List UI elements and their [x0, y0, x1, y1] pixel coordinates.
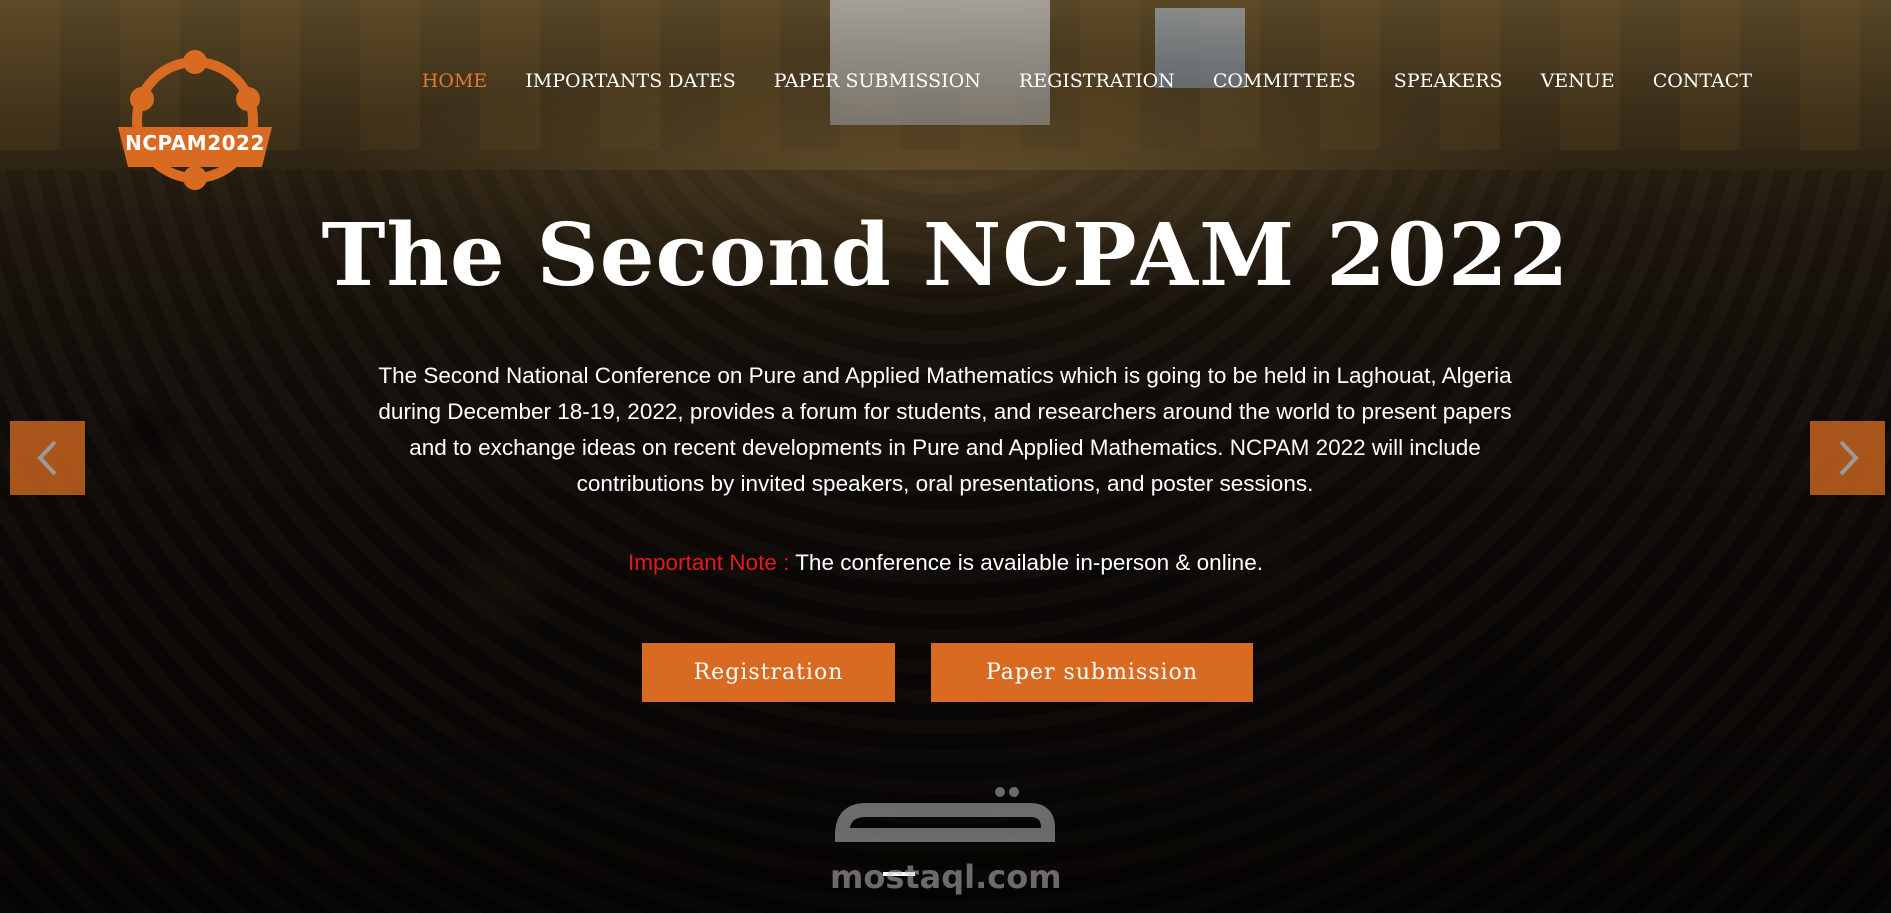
watermark-latin-text: mostaql.com: [830, 858, 1062, 896]
paper-submission-button[interactable]: Paper submission: [931, 643, 1253, 702]
important-note-label: Important Note :: [628, 550, 790, 575]
nav-item-home[interactable]: HOME: [403, 70, 506, 92]
nav-item-important-dates[interactable]: IMPORTANTS DATES: [506, 70, 754, 92]
nav-item-venue[interactable]: VENUE: [1522, 70, 1634, 92]
nav-item-contact[interactable]: CONTACT: [1634, 70, 1771, 92]
logo-graphic: [118, 50, 272, 190]
chevron-left-icon: [36, 440, 56, 476]
chevron-right-icon: [1839, 440, 1859, 476]
carousel-next-button[interactable]: [1810, 421, 1885, 495]
important-note-text: The conference is available in-person & …: [789, 550, 1263, 575]
nav-item-registration[interactable]: REGISTRATION: [1000, 70, 1194, 92]
hero-section: NCPAM2022 HOME IMPORTANTS DATES PAPER SU…: [0, 0, 1891, 913]
nav-item-speakers[interactable]: SPEAKERS: [1375, 70, 1522, 92]
hero-title: The Second NCPAM 2022: [321, 205, 1570, 306]
watermark-arabic-graphic: [834, 787, 1055, 842]
watermark-logo: mostaql.com: [830, 780, 1062, 900]
registration-button[interactable]: Registration: [642, 643, 895, 702]
logo-text: NCPAM2022: [125, 131, 265, 155]
important-note: Important Note : The conference is avail…: [0, 550, 1891, 576]
nav-item-paper-submission[interactable]: PAPER SUBMISSION: [755, 70, 1000, 92]
hero-description: The Second National Conference on Pure a…: [378, 363, 1512, 496]
nav-item-committees[interactable]: COMMITTEES: [1194, 70, 1375, 92]
site-logo[interactable]: NCPAM2022: [110, 45, 280, 195]
main-nav: HOME IMPORTANTS DATES PAPER SUBMISSION R…: [403, 70, 1771, 92]
carousel-prev-button[interactable]: [10, 421, 85, 495]
